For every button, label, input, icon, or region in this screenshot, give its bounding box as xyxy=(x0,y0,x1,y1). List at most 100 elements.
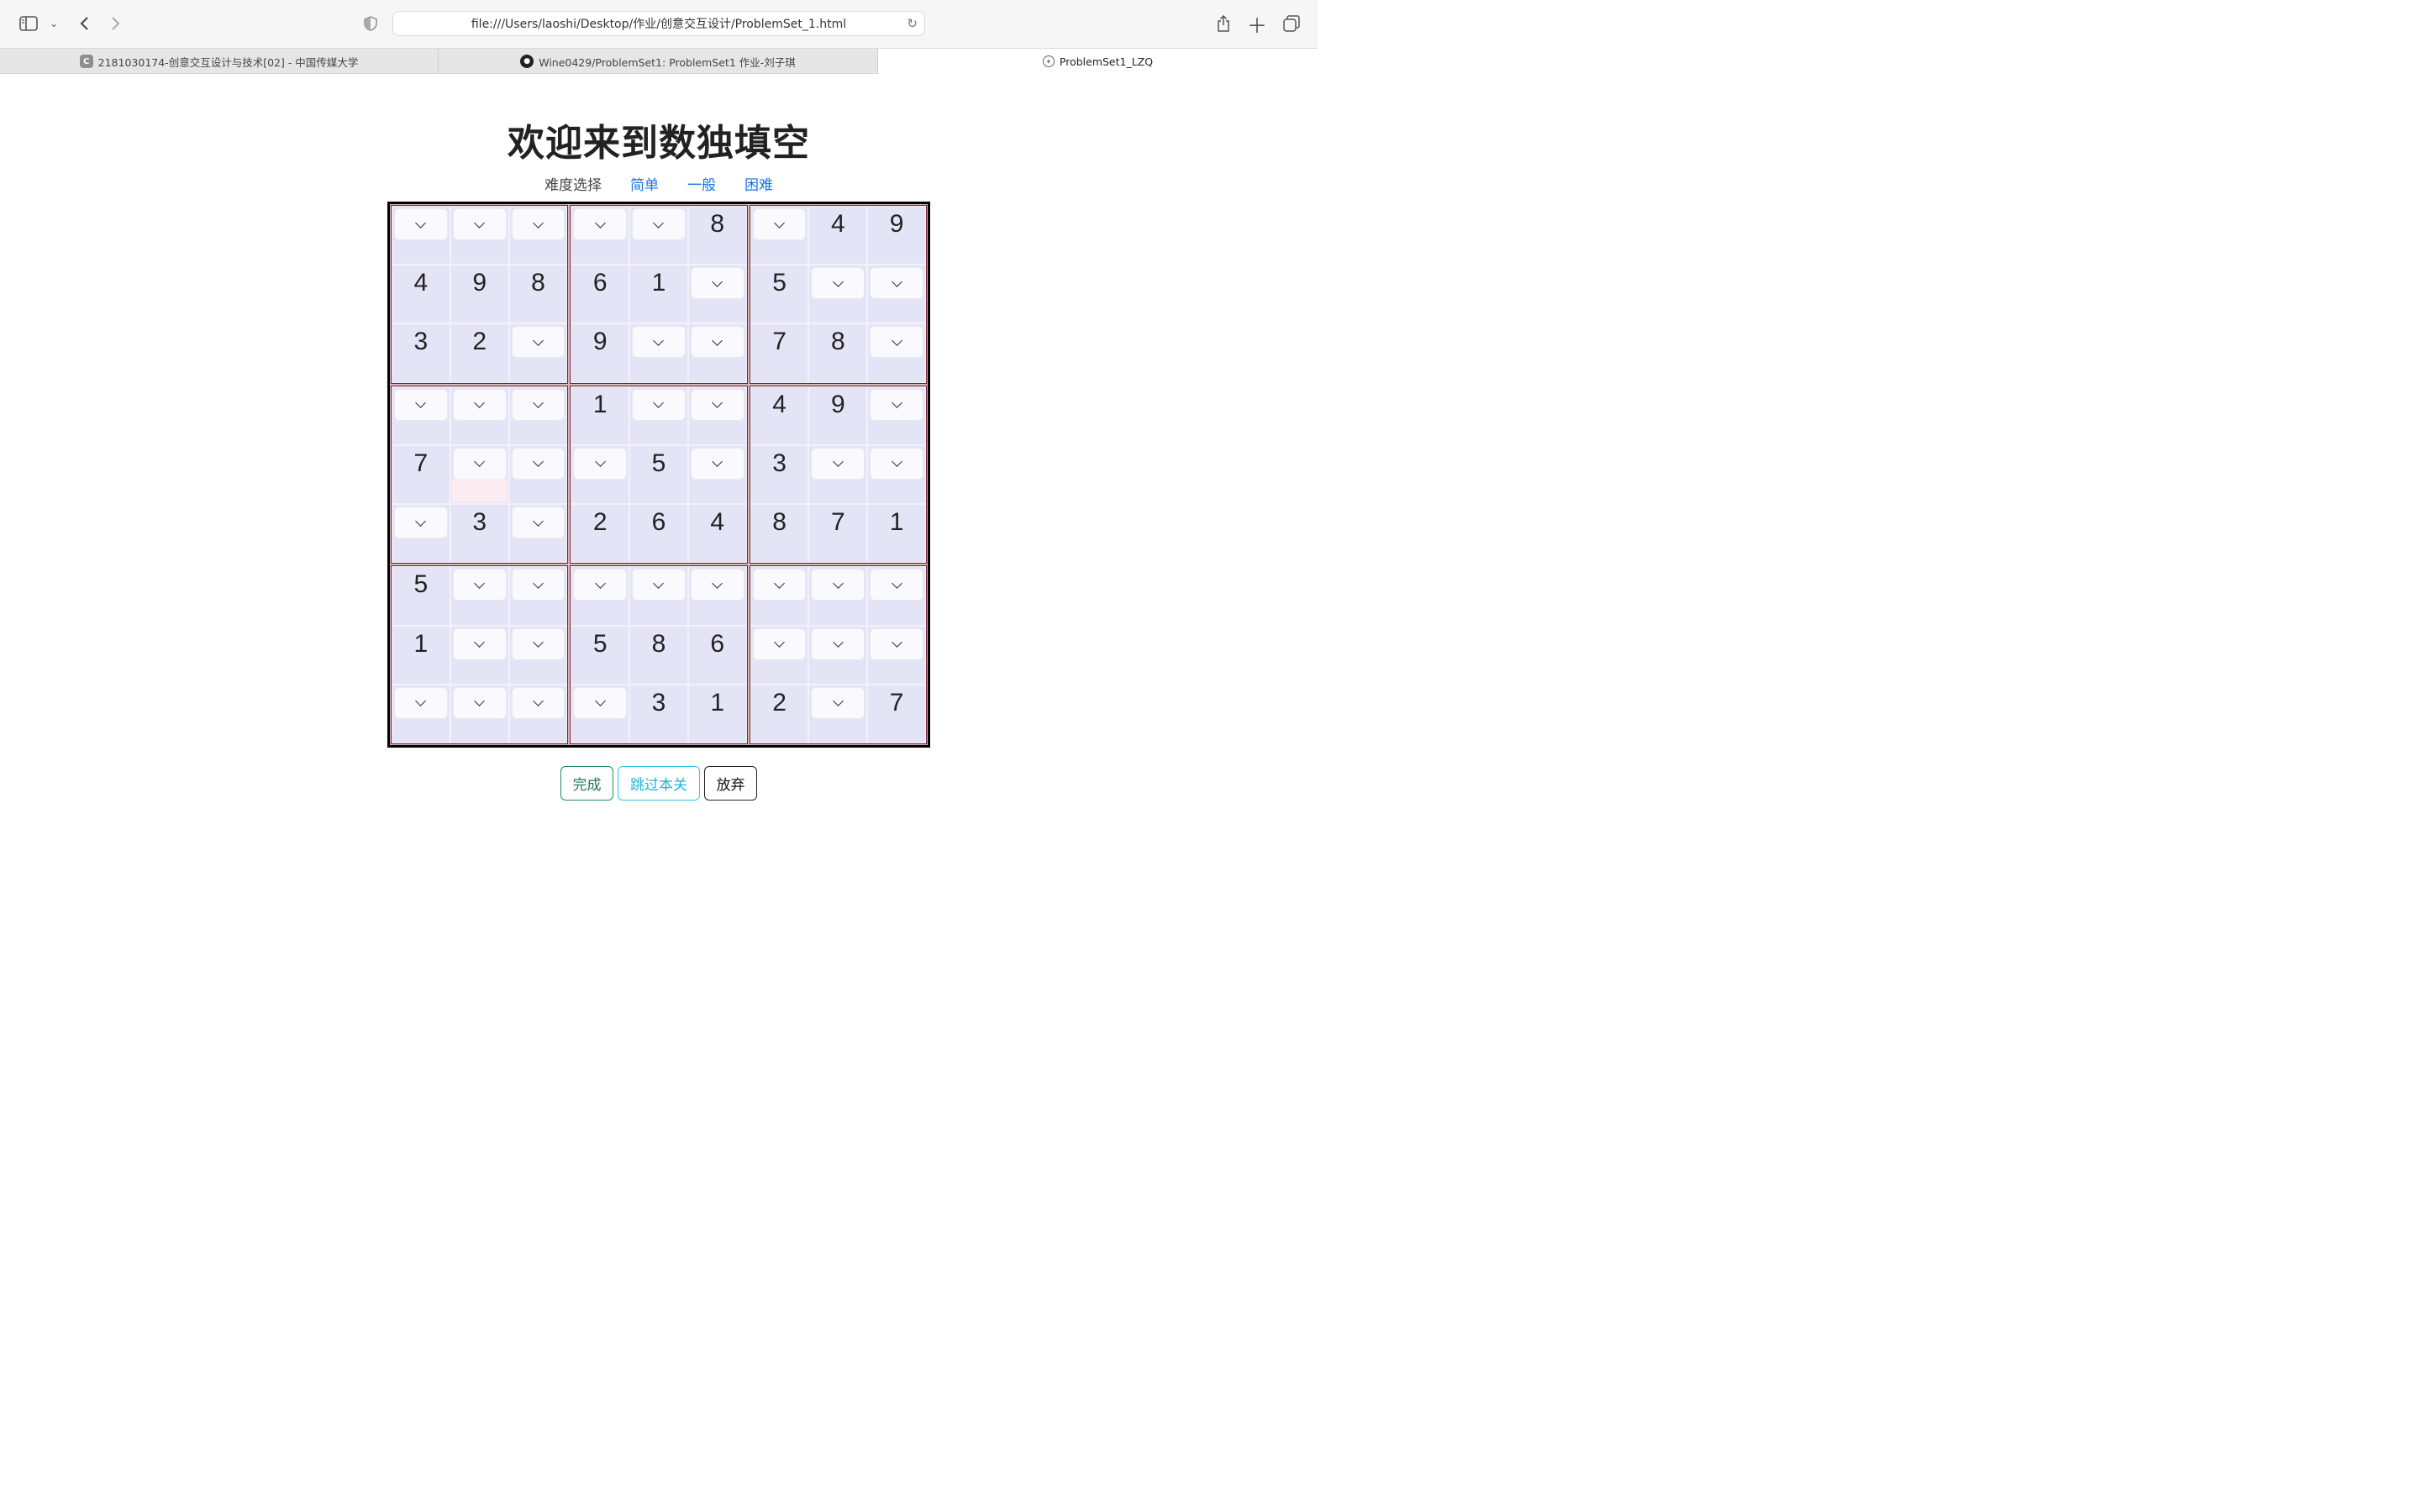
number-select[interactable] xyxy=(511,208,566,240)
chevron-down-icon xyxy=(533,397,544,409)
number-select[interactable] xyxy=(811,569,865,601)
sudoku-box: 5 8 6 3 1 xyxy=(569,564,749,745)
sudoku-cell: 7 xyxy=(867,684,926,743)
number-select[interactable] xyxy=(452,686,507,719)
sudoku-cell: 8 xyxy=(750,504,809,564)
number-select[interactable] xyxy=(452,388,507,421)
shield-icon[interactable] xyxy=(359,12,382,35)
number-select[interactable] xyxy=(811,267,865,300)
given-number: 2 xyxy=(472,328,487,356)
chevron-down-icon xyxy=(594,577,606,589)
number-select[interactable] xyxy=(632,326,686,359)
chevron-down-icon xyxy=(653,217,665,228)
sudoku-cell xyxy=(867,386,926,445)
reload-icon[interactable]: ↻ xyxy=(907,16,918,31)
new-tab-icon[interactable]: ＋ xyxy=(1245,12,1269,38)
tab-problemset[interactable]: ✦ ProblemSet1_LZQ xyxy=(878,49,1318,74)
chevron-down-icon xyxy=(712,335,723,346)
tab-github[interactable]: ● Wine0429/ProblemSet1: ProblemSet1 作业-刘… xyxy=(439,49,878,74)
number-select[interactable] xyxy=(573,686,628,719)
number-select[interactable] xyxy=(511,627,566,660)
address-bar[interactable]: file:///Users/laoshi/Desktop/作业/创意交互设计/P… xyxy=(392,11,925,36)
sudoku-cell: 7 xyxy=(750,323,809,383)
number-select[interactable] xyxy=(511,569,566,601)
number-select[interactable] xyxy=(394,388,448,421)
difficulty-medium-link[interactable]: 一般 xyxy=(687,173,716,194)
give-up-button[interactable]: 放弃 xyxy=(704,766,757,801)
given-number: 1 xyxy=(592,390,608,418)
number-select[interactable] xyxy=(452,627,507,660)
number-select[interactable] xyxy=(752,569,807,601)
sudoku-box: 1 5 2 6 4 xyxy=(569,384,749,565)
number-select[interactable] xyxy=(870,267,923,300)
given-number: 7 xyxy=(772,328,786,356)
number-select[interactable] xyxy=(690,267,744,300)
number-select[interactable] xyxy=(511,686,566,719)
sudoku-cell xyxy=(450,684,509,743)
number-select[interactable] xyxy=(870,569,923,601)
sudoku-box: 4 9 5 7 8 xyxy=(748,204,928,385)
sudoku-cell xyxy=(571,566,630,626)
number-select[interactable] xyxy=(394,208,448,240)
number-select[interactable] xyxy=(511,447,566,480)
number-select[interactable] xyxy=(511,388,566,421)
sidebar-toggle-icon[interactable] xyxy=(17,12,40,35)
number-select[interactable] xyxy=(394,507,448,539)
given-number: 8 xyxy=(531,269,545,297)
share-icon[interactable] xyxy=(1212,12,1235,35)
number-select[interactable] xyxy=(632,208,686,240)
number-select[interactable] xyxy=(511,507,566,539)
number-select[interactable] xyxy=(690,388,744,421)
given-number: 6 xyxy=(651,508,666,537)
difficulty-hard-link[interactable]: 困难 xyxy=(744,173,773,194)
number-select[interactable] xyxy=(632,388,686,421)
number-select[interactable] xyxy=(870,388,923,421)
number-select[interactable] xyxy=(452,569,507,601)
sudoku-cell xyxy=(808,684,868,743)
number-select[interactable] xyxy=(394,686,448,719)
number-select[interactable] xyxy=(690,326,744,359)
number-select[interactable] xyxy=(752,627,807,660)
number-select[interactable] xyxy=(573,569,628,601)
number-select[interactable] xyxy=(811,447,865,480)
given-number: 5 xyxy=(651,449,666,477)
number-select[interactable] xyxy=(870,447,923,480)
number-select[interactable] xyxy=(870,627,923,660)
number-select[interactable] xyxy=(452,208,507,240)
sudoku-cell xyxy=(571,684,630,743)
skip-level-button[interactable]: 跳过本关 xyxy=(618,766,700,801)
given-number: 9 xyxy=(472,269,487,297)
number-select[interactable] xyxy=(573,208,628,240)
tab-course[interactable]: C 2181030174-创意交互设计与技术[02] - 中国传媒大学 xyxy=(0,49,439,74)
number-select[interactable] xyxy=(752,208,807,240)
number-select[interactable] xyxy=(690,569,744,601)
compass-icon: ✦ xyxy=(1042,55,1055,67)
tab-overview-icon[interactable] xyxy=(1280,12,1303,35)
given-number: 7 xyxy=(413,449,429,477)
sudoku-cell: 1 xyxy=(629,265,688,324)
given-number: 5 xyxy=(592,629,608,658)
number-select[interactable] xyxy=(811,627,865,660)
sudoku-cell xyxy=(571,206,630,265)
sudoku-box: 73 xyxy=(389,384,570,565)
given-number: 9 xyxy=(830,390,845,418)
chevron-down-icon xyxy=(415,217,427,228)
chevron-down-icon xyxy=(712,577,723,589)
number-select[interactable] xyxy=(690,447,744,480)
number-select[interactable] xyxy=(870,326,923,359)
sudoku-cell: 4 xyxy=(687,504,747,564)
chevron-down-icon[interactable]: ⌄ xyxy=(42,12,66,35)
sudoku-cell: 1 xyxy=(867,504,926,564)
number-select[interactable] xyxy=(573,447,628,480)
difficulty-easy-link[interactable]: 简单 xyxy=(630,173,659,194)
given-number: 3 xyxy=(413,328,429,356)
forward-icon[interactable] xyxy=(104,12,128,35)
number-select[interactable] xyxy=(452,447,507,480)
sudoku-cell xyxy=(687,265,747,324)
number-select[interactable] xyxy=(632,569,686,601)
number-select[interactable] xyxy=(811,686,865,719)
number-select[interactable] xyxy=(511,326,566,359)
given-number: 1 xyxy=(651,269,666,297)
done-button[interactable]: 完成 xyxy=(560,766,613,801)
back-icon[interactable] xyxy=(72,12,96,35)
